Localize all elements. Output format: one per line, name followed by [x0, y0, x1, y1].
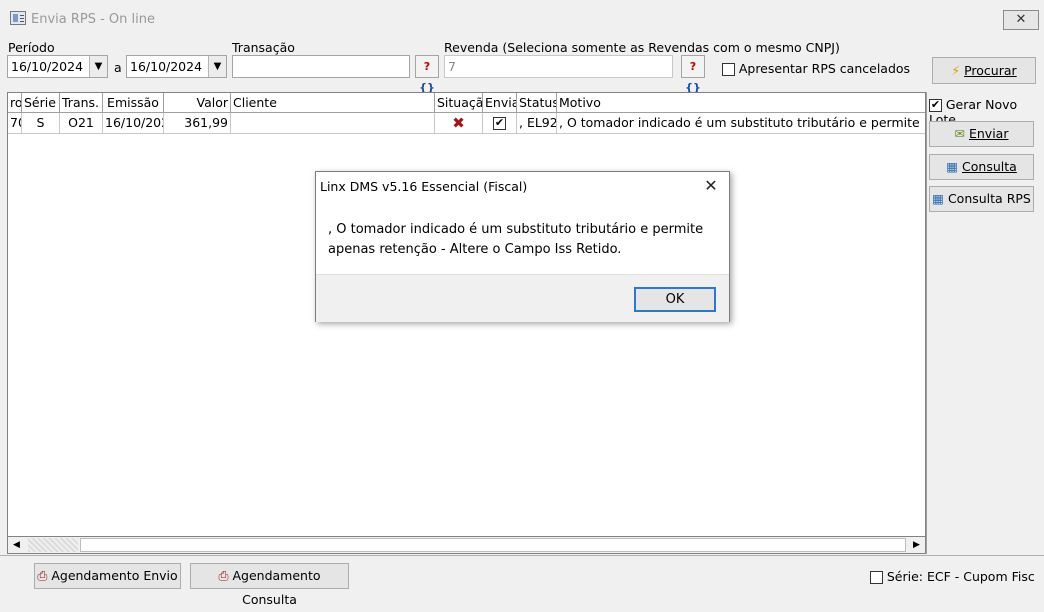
horizontal-scrollbar[interactable]: ◀ ▶	[7, 536, 926, 554]
rps-grid[interactable]: ro Série Trans. Emissão Valor Cliente Si…	[7, 92, 926, 554]
scroll-track[interactable]	[80, 538, 906, 552]
cell-envia[interactable]: ✔	[483, 113, 517, 134]
transacao-input[interactable]	[232, 55, 410, 78]
col-header-emissao[interactable]: Emissão	[103, 93, 164, 113]
message-dialog: Linx DMS v5.16 Essencial (Fiscal) ✕ , O …	[315, 171, 730, 322]
window-close-button[interactable]: ✕	[1003, 10, 1039, 30]
col-header-valor[interactable]: Valor	[164, 93, 231, 113]
printer-icon: ⎙	[37, 568, 48, 583]
id-card-icon: ▦	[932, 191, 944, 206]
periodo-label: Período	[8, 40, 55, 55]
col-header-situacao[interactable]: Situaçã	[435, 93, 483, 113]
checkbox-box[interactable]	[722, 63, 735, 76]
date-to-value: 16/10/2024	[130, 59, 203, 74]
cell-cliente[interactable]	[231, 113, 435, 134]
lookup-icon: ?	[689, 60, 697, 73]
procurar-button[interactable]: ⚡ Procurar	[932, 57, 1036, 84]
date-from-combo[interactable]: 16/10/2024 ▼	[7, 55, 108, 78]
scroll-right-arrow-icon[interactable]: ▶	[908, 537, 925, 553]
dialog-message-line: apenas retenção - Altere o Campo Iss Ret…	[328, 242, 622, 257]
cell-status[interactable]: , EL92	[517, 113, 557, 134]
enviar-button[interactable]: ✉ Enviar	[929, 121, 1034, 147]
apresentar-cancelados-label: Apresentar RPS cancelados	[738, 61, 911, 76]
col-header-cliente[interactable]: Cliente	[231, 93, 435, 113]
revenda-input[interactable]: 7	[444, 55, 673, 78]
checkbox-box[interactable]: ✔	[929, 99, 942, 112]
revenda-label: Revenda (Seleciona somente as Revendas c…	[444, 40, 840, 55]
ok-button[interactable]: OK	[634, 287, 716, 312]
chevron-down-icon[interactable]: ▼	[89, 56, 107, 77]
serie-ecf-checkbox[interactable]: Série: ECF - Cupom Fisc	[870, 569, 1035, 584]
col-header-serie[interactable]: Série	[22, 93, 60, 113]
dialog-message-line: , O tomador indicado é um substituto tri…	[328, 222, 704, 237]
cell-numero[interactable]: 70	[8, 113, 22, 134]
cell-trans[interactable]: O21	[60, 113, 103, 134]
agendamento-consulta-button[interactable]: ⎙ Agendamento Consulta	[190, 563, 349, 607]
a-label: a	[114, 60, 122, 75]
col-header-numero[interactable]: ro	[8, 93, 22, 113]
send-envelope-icon: ✉	[954, 126, 965, 141]
date-from-value: 16/10/2024	[11, 59, 84, 74]
scroll-thumb[interactable]	[28, 538, 78, 552]
agendamento-envio-button[interactable]: ⎙ Agendamento Envio	[34, 563, 181, 589]
envia-checkbox[interactable]: ✔	[493, 117, 506, 130]
consulta-rps-button[interactable]: ▦ Consulta RPS	[929, 186, 1034, 212]
col-header-motivo[interactable]: Motivo	[557, 93, 925, 113]
cell-motivo[interactable]: , O tomador indicado é um substituto tri…	[557, 113, 925, 134]
apresentar-cancelados-checkbox[interactable]: Apresentar RPS cancelados	[722, 61, 910, 76]
lookup-icon: ?	[423, 60, 431, 73]
col-header-envia[interactable]: Envia	[483, 93, 517, 113]
revenda-lookup-button[interactable]: ?{}	[681, 55, 705, 94]
lightning-icon: ⚡	[951, 63, 961, 78]
cell-emissao[interactable]: 16/10/202	[103, 113, 164, 134]
dialog-footer: OK	[316, 274, 729, 322]
red-x-icon: ✖	[452, 114, 465, 132]
col-header-status[interactable]: Status	[517, 93, 557, 113]
dialog-message: , O tomador indicado é um substituto tri…	[328, 220, 718, 260]
dialog-close-icon[interactable]: ✕	[700, 176, 722, 196]
chevron-down-icon[interactable]: ▼	[208, 56, 226, 77]
transacao-label: Transação	[232, 40, 295, 55]
date-to-combo[interactable]: 16/10/2024 ▼	[126, 55, 227, 78]
checkbox-box[interactable]	[870, 571, 883, 584]
scroll-left-arrow-icon[interactable]: ◀	[8, 537, 25, 553]
col-header-trans[interactable]: Trans.	[60, 93, 103, 113]
side-panel-divider	[926, 92, 927, 554]
bottom-divider	[0, 555, 1044, 556]
title-bar: Envia RPS - On line ✕	[0, 0, 1044, 38]
printer-icon: ⎙	[218, 568, 229, 583]
cell-valor[interactable]: 361,99	[164, 113, 231, 134]
app-window-icon	[10, 11, 26, 25]
serie-ecf-label: Série: ECF - Cupom Fisc	[886, 569, 1035, 584]
consulta-button[interactable]: ▦ Consulta	[929, 154, 1034, 180]
cell-serie[interactable]: S	[22, 113, 60, 134]
id-card-icon: ▦	[946, 159, 959, 174]
window-title: Envia RPS - On line	[31, 12, 156, 27]
dialog-title: Linx DMS v5.16 Essencial (Fiscal)	[320, 179, 528, 194]
cell-situacao[interactable]: ✖	[435, 113, 483, 134]
transacao-lookup-button[interactable]: ?{}	[415, 55, 439, 94]
